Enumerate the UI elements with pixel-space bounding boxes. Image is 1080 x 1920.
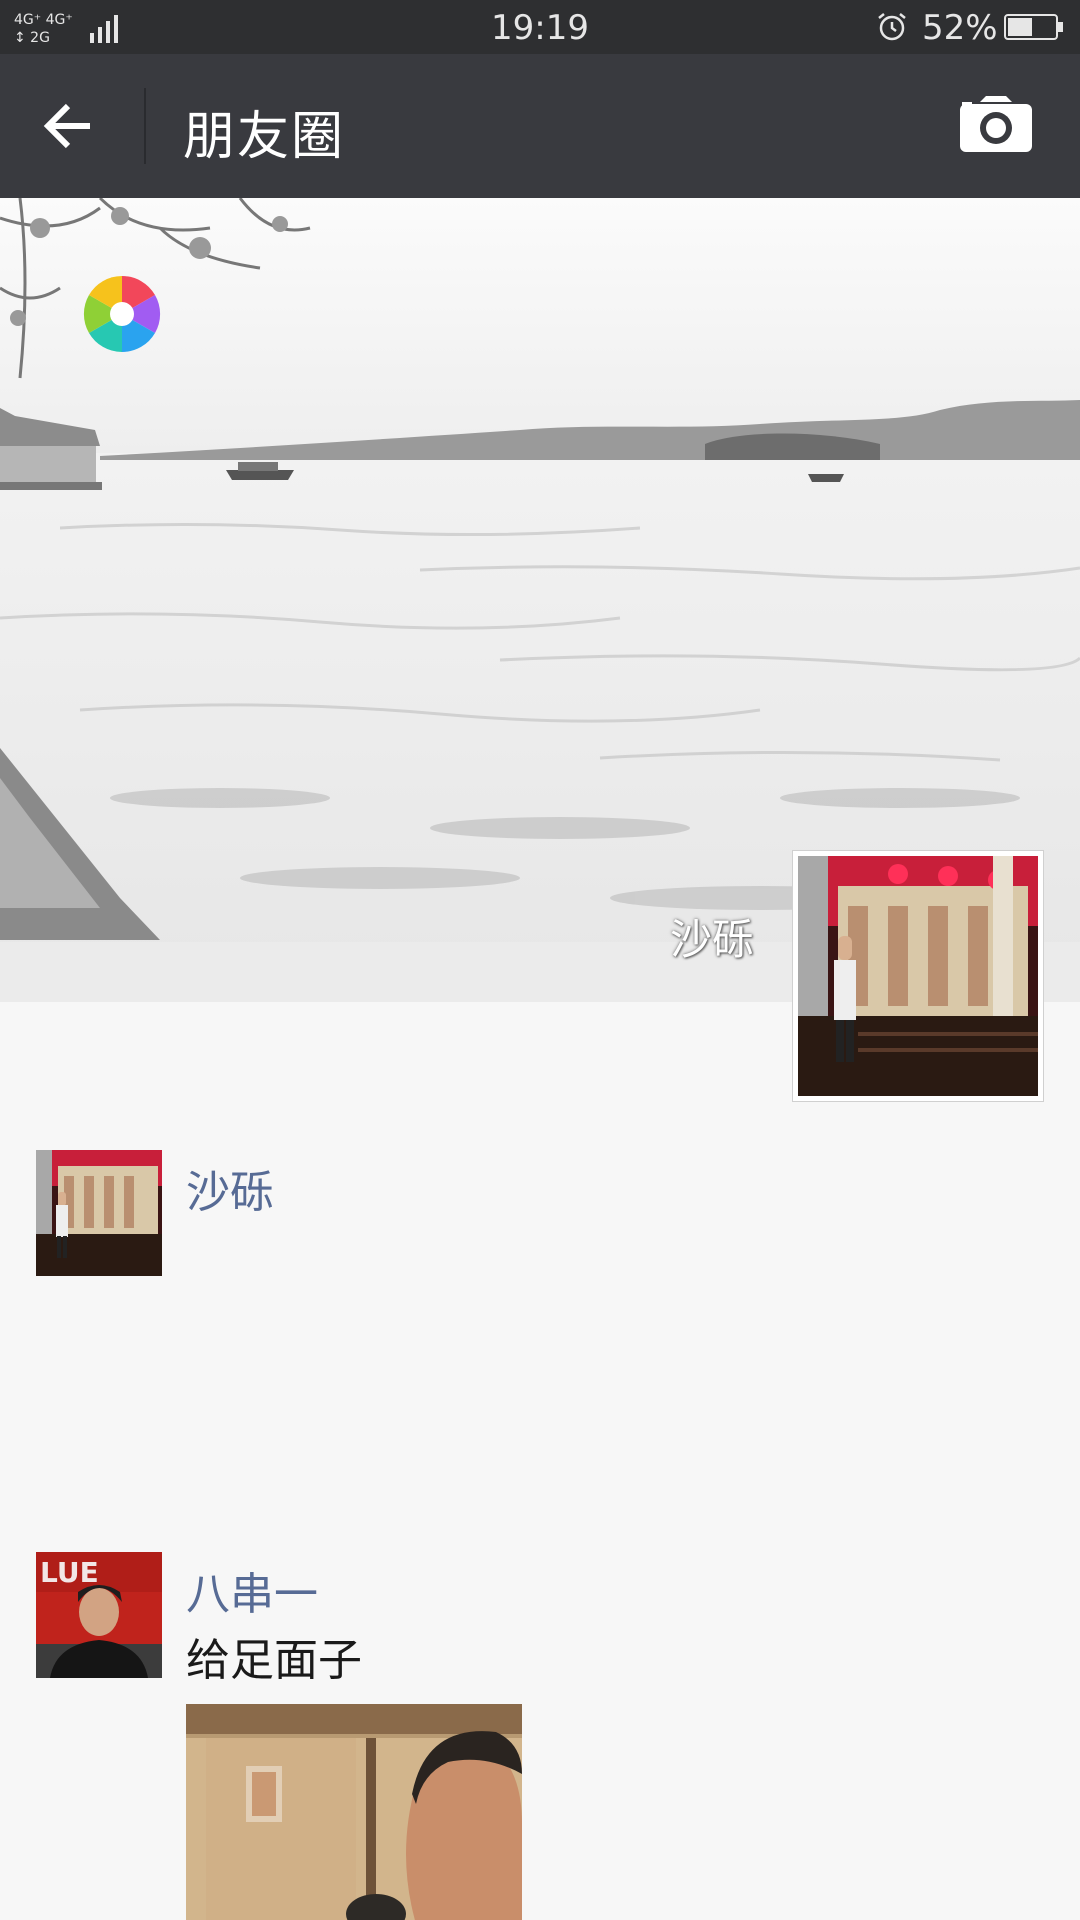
- camera-icon: [960, 96, 1032, 152]
- page-title: 朋友圈: [183, 107, 346, 167]
- post-avatar[interactable]: LUE: [36, 1552, 162, 1678]
- post-avatar[interactable]: [36, 1150, 162, 1276]
- cover-user-name: 沙砾: [669, 915, 754, 964]
- post-photo[interactable]: [186, 1704, 522, 1920]
- battery-icon: [1004, 14, 1063, 40]
- profile-avatar-image: [798, 856, 1038, 1096]
- alarm-icon: [878, 13, 906, 41]
- title-bar: 朋友圈: [0, 54, 1080, 198]
- post-author[interactable]: 沙砾: [186, 1156, 274, 1220]
- profile-avatar[interactable]: [792, 850, 1044, 1102]
- title-divider: [144, 88, 146, 164]
- moments-screen: 4G⁺ 4G⁺ ↕ 2G 19:19 52% 朋友圈 沙砾 沙砾 LUE 八串一…: [0, 0, 1080, 1920]
- battery-percent: 52%: [922, 8, 998, 48]
- arrow-left-icon: [43, 103, 90, 149]
- back-button[interactable]: [30, 90, 114, 162]
- aperture-logo-icon: [83, 275, 161, 353]
- status-time: 19:19: [491, 8, 589, 48]
- feed-post: LUE 八串一 给足面子: [0, 1552, 1080, 1920]
- post-text: 给足面子: [186, 1635, 362, 1686]
- camera-button[interactable]: [958, 94, 1034, 160]
- post-author[interactable]: 八串一: [186, 1558, 318, 1622]
- feed-post: 沙砾: [0, 1150, 1080, 1350]
- status-bar: 4G⁺ 4G⁺ ↕ 2G 19:19 52%: [0, 0, 1080, 54]
- svg-text:LUE: LUE: [40, 1556, 99, 1589]
